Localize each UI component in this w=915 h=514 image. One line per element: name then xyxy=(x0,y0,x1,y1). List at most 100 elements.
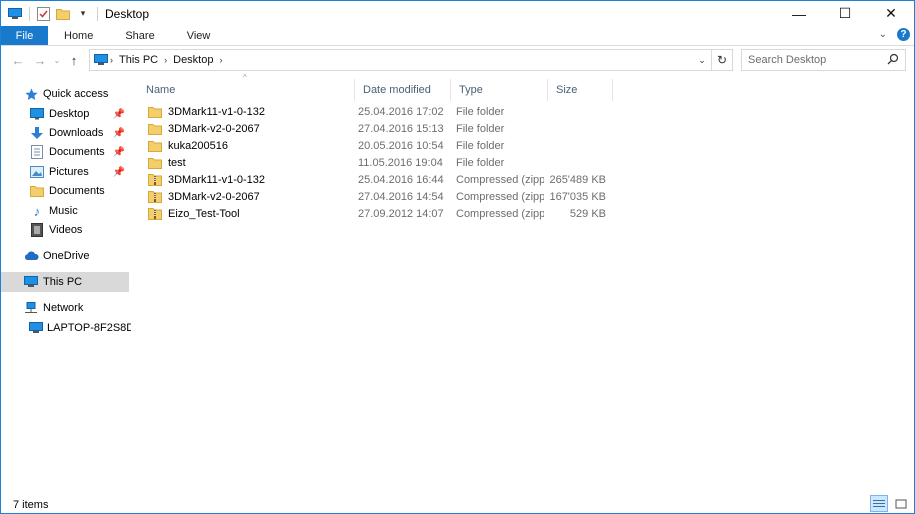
back-button[interactable]: ← xyxy=(7,49,29,71)
breadcrumb-chevron-icon[interactable]: › xyxy=(110,55,113,65)
column-header-date[interactable]: Date modified xyxy=(355,79,451,101)
file-size xyxy=(550,103,606,120)
breadcrumb-chevron-icon[interactable]: › xyxy=(164,55,167,65)
file-name-cell[interactable]: Eizo_Test-Tool xyxy=(147,205,347,222)
nav-this-pc[interactable]: This PC xyxy=(1,272,129,292)
nav-label: Quick access xyxy=(43,88,109,100)
nav-label: OneDrive xyxy=(43,250,90,262)
refresh-button[interactable]: ↻ xyxy=(711,50,732,70)
documents-icon xyxy=(29,144,45,160)
item-count: 7 items xyxy=(13,498,49,511)
customize-toolbar-icon[interactable]: ▾ xyxy=(75,6,91,22)
chevron-down-icon: ⌄ xyxy=(53,55,61,65)
file-size xyxy=(550,137,606,154)
file-row[interactable]: 3DMark11-v1-0-132 25.04.2016 16:44 Compres… xyxy=(138,171,614,188)
file-row[interactable]: kuka200516 20.05.2016 10:54 File folder xyxy=(138,137,614,154)
file-type: File folder xyxy=(456,139,505,152)
file-date: 25.04.2016 16:44 xyxy=(358,173,444,186)
details-view-button[interactable] xyxy=(870,495,888,512)
file-date: 27.04.2016 14:54 xyxy=(358,190,444,203)
forward-arrow-icon: → xyxy=(33,52,47,68)
breadcrumb-chevron-icon[interactable]: › xyxy=(219,55,222,65)
breadcrumb-desktop[interactable]: Desktop xyxy=(173,54,213,66)
download-icon xyxy=(29,125,45,141)
folder-icon xyxy=(29,183,45,199)
file-name: 3DMark-v2-0-2067 xyxy=(168,122,260,135)
file-name: kuka200516 xyxy=(168,139,228,152)
ribbon-right-controls: ⌄ ? xyxy=(879,28,910,41)
file-date: 27.09.2012 14:07 xyxy=(358,207,444,220)
maximize-button[interactable]: ☐ xyxy=(822,1,868,26)
file-name-cell[interactable]: 3DMark-v2-0-2067 xyxy=(147,188,347,205)
pin-icon[interactable]: 📌 xyxy=(113,109,125,120)
file-list: ^ Name Date modified Type Size 3DMark11-… xyxy=(138,73,914,494)
up-button[interactable]: ↑ xyxy=(63,49,85,71)
nav-onedrive[interactable]: OneDrive xyxy=(1,246,129,266)
help-icon[interactable]: ? xyxy=(897,28,910,41)
pin-icon[interactable]: 📌 xyxy=(113,128,125,139)
folder-icon xyxy=(147,104,163,120)
nav-item-music[interactable]: ♪ Music xyxy=(1,201,129,221)
file-name: Eizo_Test-Tool xyxy=(168,207,240,220)
search-icon[interactable] xyxy=(887,53,899,68)
desktop-icon xyxy=(29,106,45,122)
nav-item-pictures[interactable]: Pictures 📌 xyxy=(1,162,129,182)
tab-share[interactable]: Share xyxy=(109,26,170,45)
computer-icon xyxy=(29,320,43,336)
pin-icon[interactable]: 📌 xyxy=(113,167,125,178)
column-header-name[interactable]: Name xyxy=(138,79,355,101)
address-dropdown-icon[interactable]: ⌄ xyxy=(694,50,710,70)
file-row[interactable]: 3DMark-v2-0-2067 27.04.2016 14:54 Compress… xyxy=(138,188,614,205)
file-size: 529 KB xyxy=(569,207,606,220)
toolbar-separator xyxy=(29,6,30,21)
navigation-pane: Quick access Desktop 📌 Downloads 📌 Docum… xyxy=(1,76,131,494)
breadcrumb-this-pc[interactable]: This PC xyxy=(119,54,158,66)
column-header-type[interactable]: Type xyxy=(451,79,548,101)
nav-item-videos[interactable]: Videos xyxy=(1,220,129,240)
file-row[interactable]: 3DMark11-v1-0-132 25.04.2016 17:02 File fo… xyxy=(138,103,614,120)
this-pc-icon[interactable] xyxy=(7,6,23,22)
file-row[interactable]: test 11.05.2016 19:04 File folder xyxy=(138,154,614,171)
forward-button[interactable]: → xyxy=(29,49,51,71)
file-size: 2'167'035 KB xyxy=(550,190,606,203)
music-icon: ♪ xyxy=(33,203,41,219)
file-row[interactable]: 3DMark-v2-0-2067 27.04.2016 15:13 File fol… xyxy=(138,120,614,137)
nav-item-desktop[interactable]: Desktop 📌 xyxy=(1,104,129,124)
file-type: File folder xyxy=(456,122,505,135)
nav-item-downloads[interactable]: Downloads 📌 xyxy=(1,123,129,143)
tab-view[interactable]: View xyxy=(171,26,227,45)
file-type: Compressed (zipp... xyxy=(456,173,544,186)
file-name-cell[interactable]: 3DMark11-v1-0-132 xyxy=(147,171,347,188)
nav-network[interactable]: Network xyxy=(1,298,129,318)
file-type: Compressed (zipp... xyxy=(456,207,544,220)
file-name-cell[interactable]: kuka200516 xyxy=(147,137,347,154)
recent-locations-button[interactable]: ⌄ xyxy=(51,49,63,71)
cloud-icon xyxy=(23,248,39,264)
file-row[interactable]: Eizo_Test-Tool 27.09.2012 14:07 Compressed… xyxy=(138,205,614,222)
minimize-button[interactable]: — xyxy=(776,1,822,26)
column-header-size[interactable]: Size xyxy=(548,79,613,101)
close-button[interactable]: ✕ xyxy=(868,1,914,26)
new-folder-icon[interactable] xyxy=(55,6,71,22)
videos-icon xyxy=(29,222,45,238)
address-bar[interactable]: › This PC › Desktop › ⌄ ↻ xyxy=(89,49,733,71)
folder-icon xyxy=(147,121,163,137)
expand-ribbon-icon[interactable]: ⌄ xyxy=(879,29,887,40)
search-input[interactable]: Search Desktop xyxy=(741,49,906,71)
nav-label: Documents xyxy=(49,185,105,197)
pin-icon[interactable]: 📌 xyxy=(113,147,125,158)
properties-icon[interactable] xyxy=(35,6,51,22)
nav-item-documents-folder[interactable]: Documents xyxy=(1,181,129,201)
nav-quick-access[interactable]: Quick access xyxy=(1,84,129,104)
tab-home[interactable]: Home xyxy=(48,26,109,45)
file-name-cell[interactable]: 3DMark-v2-0-2067 xyxy=(147,120,347,137)
nav-item-documents[interactable]: Documents 📌 xyxy=(1,142,129,162)
large-icons-view-button[interactable] xyxy=(892,495,910,512)
tab-file[interactable]: File xyxy=(1,26,48,45)
nav-label: Network xyxy=(43,302,84,314)
toolbar-separator xyxy=(97,6,98,21)
file-name-cell[interactable]: test xyxy=(147,154,347,171)
file-name-cell[interactable]: 3DMark11-v1-0-132 xyxy=(147,103,347,120)
nav-laptop[interactable]: LAPTOP-8F2S8DMR xyxy=(1,318,131,338)
file-type: File folder xyxy=(456,105,505,118)
